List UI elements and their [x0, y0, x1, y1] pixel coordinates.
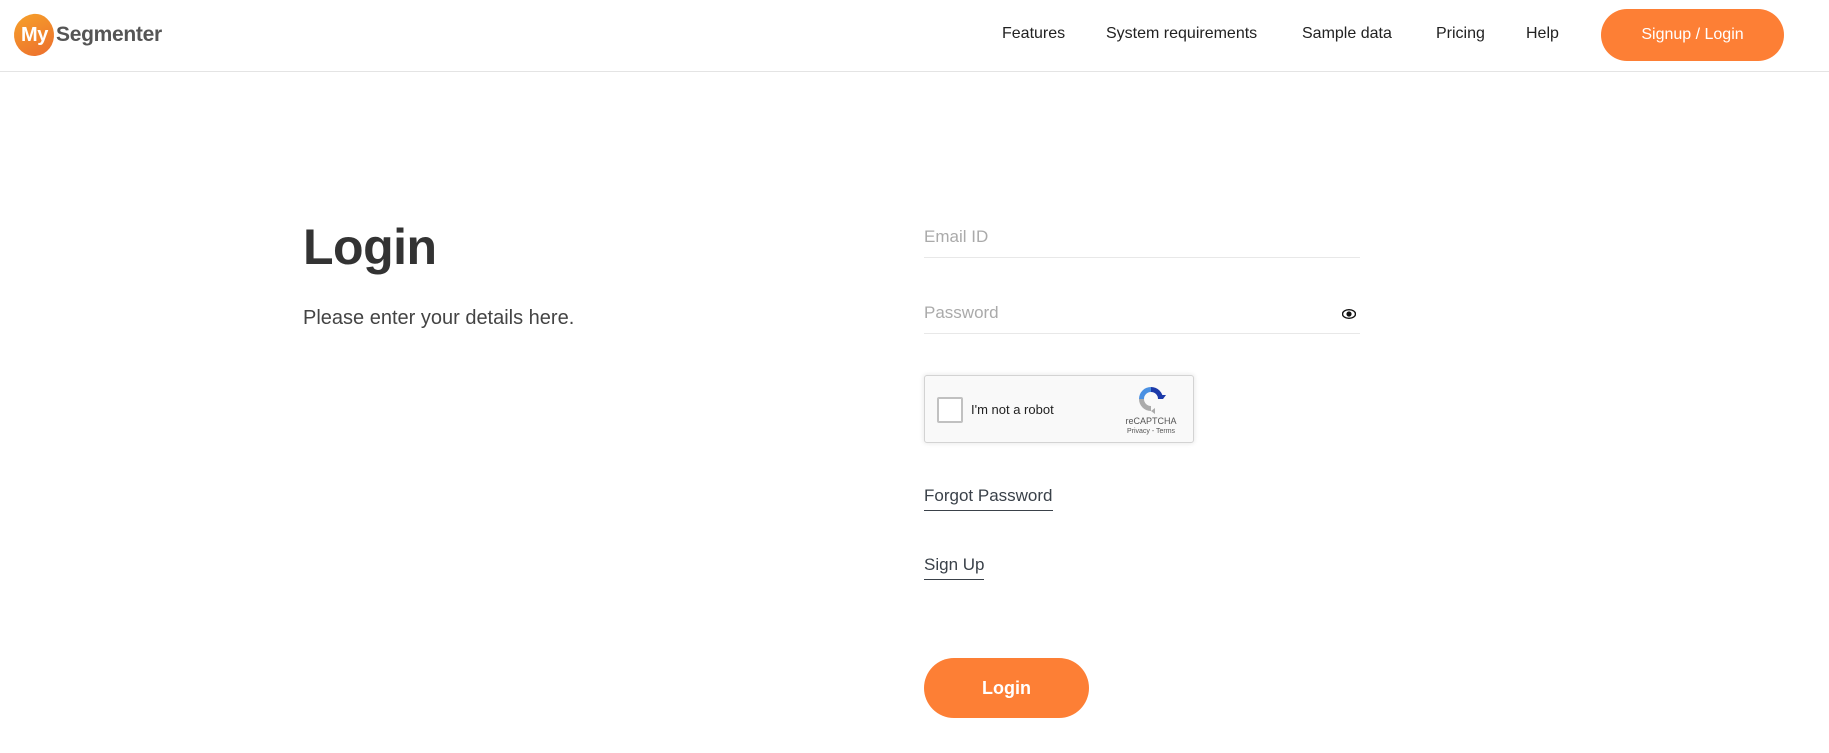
site-header: My Segmenter Features System requirement…	[0, 0, 1829, 72]
nav-features[interactable]: Features	[1002, 25, 1065, 43]
email-input[interactable]	[924, 214, 1360, 254]
nav-sample-data[interactable]: Sample data	[1302, 25, 1392, 43]
recaptcha-checkbox[interactable]	[937, 397, 963, 423]
logo[interactable]: My Segmenter	[11, 12, 162, 58]
page-title: Login	[303, 219, 437, 275]
recaptcha-icon	[1139, 387, 1166, 414]
login-button[interactable]: Login	[924, 658, 1089, 718]
logo-mark: My	[11, 12, 57, 58]
signup-login-button[interactable]: Signup / Login	[1601, 9, 1784, 61]
password-field-wrapper	[924, 290, 1360, 334]
nav-pricing[interactable]: Pricing	[1436, 25, 1485, 43]
sign-up-link[interactable]: Sign Up	[924, 555, 985, 580]
logo-text: Segmenter	[56, 23, 162, 46]
nav-system-requirements[interactable]: System requirements	[1106, 25, 1257, 43]
recaptcha-label: I'm not a robot	[971, 402, 1054, 417]
logo-mark-text: My	[20, 23, 48, 46]
recaptcha-widget: I'm not a robot reCAPTCHA Privacy - Term…	[924, 375, 1194, 443]
email-field-wrapper	[924, 214, 1360, 258]
recaptcha-logo: reCAPTCHA Privacy - Terms	[1121, 384, 1181, 435]
recaptcha-brand: reCAPTCHA	[1125, 416, 1177, 426]
eye-icon[interactable]	[1341, 306, 1357, 320]
nav-help[interactable]: Help	[1526, 25, 1559, 43]
page-subtitle: Please enter your details here.	[303, 307, 575, 329]
forgot-password-link[interactable]: Forgot Password	[924, 486, 1053, 511]
password-input[interactable]	[924, 290, 1360, 330]
recaptcha-privacy-terms[interactable]: Privacy - Terms	[1121, 428, 1181, 435]
